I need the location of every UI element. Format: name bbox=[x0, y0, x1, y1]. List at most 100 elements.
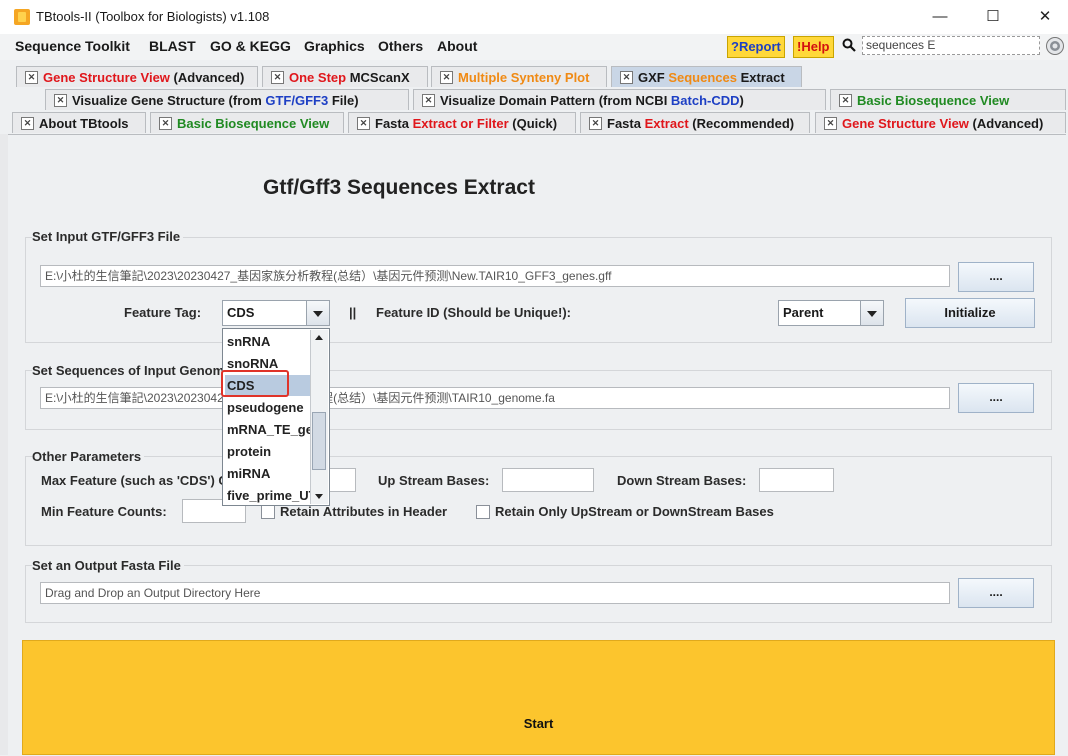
tab-label-segment: File) bbox=[328, 93, 359, 108]
search-input[interactable] bbox=[862, 36, 1040, 55]
tab-label-segment: Gene Structure View bbox=[43, 70, 170, 85]
report-button[interactable]: ?Report bbox=[727, 36, 785, 58]
close-tab-icon[interactable]: ✕ bbox=[357, 117, 370, 130]
close-tab-icon[interactable]: ✕ bbox=[159, 117, 172, 130]
tab-label-segment: MCScanX bbox=[346, 70, 410, 85]
chevron-down-icon[interactable] bbox=[860, 301, 883, 325]
menu-graphics[interactable]: Graphics bbox=[304, 38, 365, 54]
close-tab-icon[interactable]: ✕ bbox=[440, 71, 453, 84]
menu-go-kegg[interactable]: GO & KEGG bbox=[210, 38, 291, 54]
menu-blast[interactable]: BLAST bbox=[149, 38, 196, 54]
tab-multiple-synteny-plot[interactable]: ✕ Multiple Synteny Plot bbox=[431, 66, 607, 87]
settings-icon[interactable] bbox=[1045, 36, 1065, 56]
separator-label: || bbox=[349, 305, 357, 320]
feature-id-value: Parent bbox=[783, 305, 824, 320]
gff-browse-button[interactable]: .... bbox=[958, 262, 1034, 292]
gff-group-label: Set Input GTF/GFF3 File bbox=[32, 229, 184, 244]
tab-gxf-sequences-extract[interactable]: ✕ GXF Sequences Extract bbox=[611, 66, 802, 87]
close-tab-icon[interactable]: ✕ bbox=[271, 71, 284, 84]
close-tab-icon[interactable]: ✕ bbox=[21, 117, 34, 130]
dropdown-option-mrna-te-gene[interactable]: mRNA_TE_gene bbox=[225, 419, 311, 440]
tab-gene-structure-view-advanced-1[interactable]: ✕ Gene Structure View (Advanced) bbox=[16, 66, 258, 87]
tab-fasta-extract-recommended[interactable]: ✕ Fasta Extract (Recommended) bbox=[580, 112, 810, 133]
tab-fasta-extract-or-filter[interactable]: ✕ Fasta Extract or Filter (Quick) bbox=[348, 112, 576, 133]
chevron-down-icon[interactable] bbox=[306, 301, 329, 325]
up-stream-label: Up Stream Bases: bbox=[378, 473, 490, 488]
cds-highlight-box bbox=[221, 370, 289, 397]
tab-basic-biosequence-view-2[interactable]: ✕ Basic Biosequence View bbox=[830, 89, 1066, 110]
close-button[interactable]: ✕ bbox=[1030, 4, 1060, 30]
tab-label-segment: About TBtools bbox=[39, 116, 129, 131]
tab-label: Fasta Extract (Recommended) bbox=[607, 116, 794, 131]
tab-label: Visualize Domain Pattern (from NCBI Batc… bbox=[440, 93, 744, 108]
maximize-button[interactable]: ☐ bbox=[978, 4, 1008, 30]
tab-label: GXF Sequences Extract bbox=[638, 70, 785, 85]
tab-label-segment: One Step bbox=[289, 70, 347, 85]
scrollbar-thumb[interactable] bbox=[312, 412, 326, 470]
tab-label: Visualize Gene Structure (from GTF/GFF3 … bbox=[72, 93, 359, 108]
tab-basic-biosequence-view-3[interactable]: ✕ Basic Biosequence View bbox=[150, 112, 344, 133]
close-tab-icon[interactable]: ✕ bbox=[422, 94, 435, 107]
output-group-label: Set an Output Fasta File bbox=[32, 558, 184, 573]
tab-one-step-mcscanx[interactable]: ✕ One Step MCScanX bbox=[262, 66, 428, 87]
feature-tag-select[interactable]: CDS bbox=[222, 300, 330, 326]
tab-visualize-domain-pattern[interactable]: ✕ Visualize Domain Pattern (from NCBI Bat… bbox=[413, 89, 826, 110]
dropdown-option-protein[interactable]: protein bbox=[225, 441, 311, 462]
minimize-button[interactable]: — bbox=[925, 4, 955, 30]
tab-label: One Step MCScanX bbox=[289, 70, 410, 85]
close-tab-icon[interactable]: ✕ bbox=[25, 71, 38, 84]
gff-path-field[interactable]: E:\小杜的生信筆記\2023\20230427_基因家族分析教程(总结）\基因… bbox=[40, 265, 950, 287]
gff-input-group bbox=[25, 237, 1052, 343]
scroll-up-icon[interactable] bbox=[312, 331, 326, 345]
retain-only-checkbox[interactable] bbox=[476, 505, 490, 519]
genome-path-field[interactable]: E:\小杜的生信筆記\2023\20230427_基因家族分析教程(总结）\基因… bbox=[40, 387, 950, 409]
retain-only-label: Retain Only UpStream or DownStream Bases bbox=[495, 504, 774, 519]
feature-id-select[interactable]: Parent bbox=[778, 300, 884, 326]
close-tab-icon[interactable]: ✕ bbox=[839, 94, 852, 107]
genome-group-label: Set Sequences of Input Genome bbox=[32, 363, 235, 378]
menu-about[interactable]: About bbox=[437, 38, 477, 54]
tab-label: Gene Structure View (Advanced) bbox=[842, 116, 1043, 131]
page-title: Gtf/Gff3 Sequences Extract bbox=[263, 176, 535, 199]
tab-label-segment: Batch-CDD bbox=[670, 93, 740, 108]
tab-label-segment: Extract bbox=[737, 70, 785, 85]
tab-label-segment: (Advanced) bbox=[169, 70, 245, 85]
dropdown-option-snrna[interactable]: snRNA bbox=[225, 331, 311, 352]
tab-label-segment: Multiple Synteny Plot bbox=[458, 70, 590, 85]
tab-label-segment: (Quick) bbox=[508, 116, 558, 131]
genome-browse-button[interactable]: .... bbox=[958, 383, 1034, 413]
output-browse-button[interactable]: .... bbox=[958, 578, 1034, 608]
output-path-field[interactable]: Drag and Drop an Output Directory Here bbox=[40, 582, 950, 604]
help-button[interactable]: !Help bbox=[793, 36, 834, 58]
initialize-button[interactable]: Initialize bbox=[905, 298, 1035, 328]
down-stream-input[interactable] bbox=[759, 468, 834, 492]
tab-label: Fasta Extract or Filter (Quick) bbox=[375, 116, 557, 131]
close-tab-icon[interactable]: ✕ bbox=[824, 117, 837, 130]
close-tab-icon[interactable]: ✕ bbox=[54, 94, 67, 107]
tab-label-segment: GXF bbox=[638, 70, 669, 85]
close-tab-icon[interactable]: ✕ bbox=[620, 71, 633, 84]
close-tab-icon[interactable]: ✕ bbox=[589, 117, 602, 130]
up-stream-input[interactable] bbox=[502, 468, 594, 492]
dropdown-option-mirna[interactable]: miRNA bbox=[225, 463, 311, 484]
down-stream-label: Down Stream Bases: bbox=[617, 473, 747, 488]
max-feature-input[interactable] bbox=[328, 468, 356, 492]
menu-others[interactable]: Others bbox=[378, 38, 423, 54]
start-button[interactable] bbox=[22, 640, 1055, 755]
tab-label-segment: ) bbox=[739, 93, 744, 108]
tab-label-segment: Sequences bbox=[668, 70, 737, 85]
tab-label-segment: Visualize Domain Pattern (from NCBI bbox=[440, 93, 671, 108]
tab-label: About TBtools bbox=[39, 116, 129, 131]
retain-attributes-checkbox[interactable] bbox=[261, 505, 275, 519]
feature-tag-label: Feature Tag: bbox=[124, 305, 202, 320]
tab-about-tbtools[interactable]: ✕ About TBtools bbox=[12, 112, 146, 133]
tab-label: Multiple Synteny Plot bbox=[458, 70, 589, 85]
window-title: TBtools-II (Toolbox for Biologists) v1.1… bbox=[36, 9, 270, 24]
tab-gene-structure-view-advanced-3[interactable]: ✕ Gene Structure View (Advanced) bbox=[815, 112, 1066, 133]
feature-tag-value: CDS bbox=[227, 305, 255, 320]
tab-visualize-gene-structure[interactable]: ✕ Visualize Gene Structure (from GTF/GFF3… bbox=[45, 89, 409, 110]
scroll-down-icon[interactable] bbox=[312, 489, 326, 503]
menu-sequence-toolkit[interactable]: Sequence Toolkit bbox=[15, 38, 130, 54]
dropdown-option-five-prime-utr[interactable]: five_prime_UTR bbox=[225, 485, 311, 505]
dropdown-option-pseudogene[interactable]: pseudogene bbox=[225, 397, 311, 418]
